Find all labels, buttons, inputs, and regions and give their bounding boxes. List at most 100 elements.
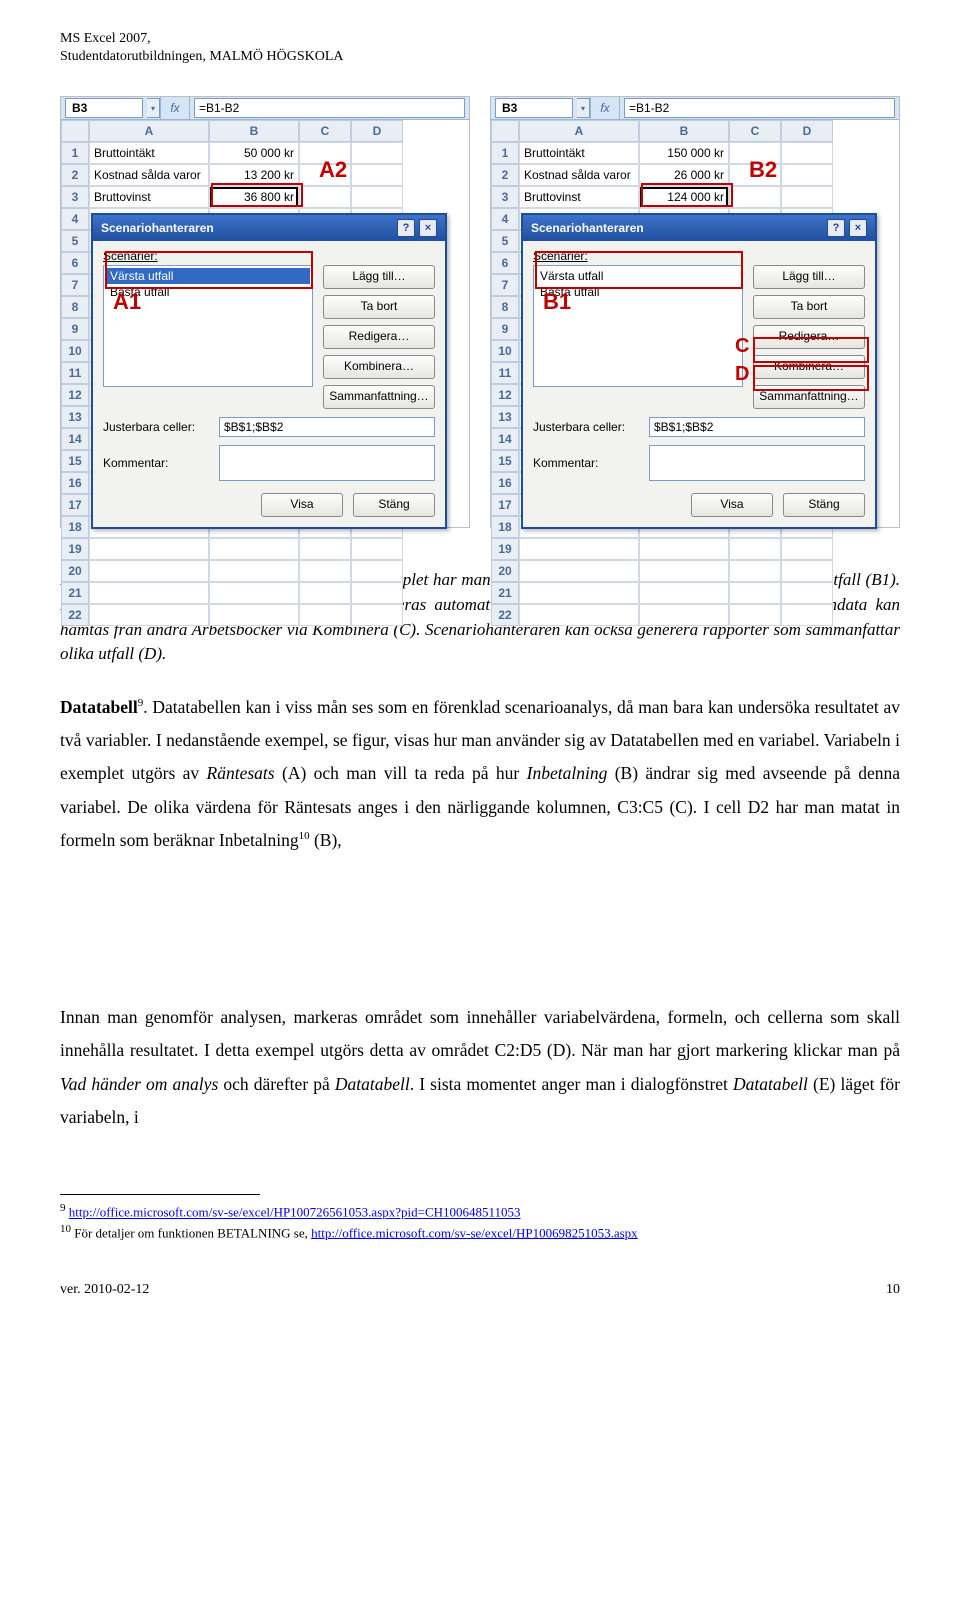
footnote-10-link[interactable]: http://office.microsoft.com/sv-se/excel/… [311, 1225, 638, 1240]
col-header-d[interactable]: D [781, 120, 833, 142]
cell[interactable] [89, 604, 209, 626]
cell[interactable] [519, 582, 639, 604]
cell[interactable] [299, 560, 351, 582]
row-header[interactable]: 9 [491, 318, 519, 340]
cell[interactable] [729, 604, 781, 626]
col-header-a[interactable]: A [519, 120, 639, 142]
close-icon[interactable] [849, 219, 867, 237]
col-header-a[interactable]: A [89, 120, 209, 142]
name-box[interactable]: B3 [65, 98, 143, 118]
cell[interactable] [639, 582, 729, 604]
scenario-item[interactable]: Värsta utfall [106, 268, 310, 284]
row-header[interactable]: 16 [491, 472, 519, 494]
row-header[interactable]: 18 [61, 516, 89, 538]
add-button[interactable]: Lägg till… [323, 265, 435, 289]
summary-button[interactable]: Sammanfattning… [323, 385, 435, 409]
cell[interactable] [351, 538, 403, 560]
row-header[interactable]: 19 [61, 538, 89, 560]
edit-button[interactable]: Redigera… [323, 325, 435, 349]
cell[interactable] [781, 164, 833, 186]
row-header[interactable]: 10 [61, 340, 89, 362]
merge-button[interactable]: Kombinera… [753, 355, 865, 379]
row-header[interactable]: 17 [491, 494, 519, 516]
row-header[interactable]: 2 [491, 164, 519, 186]
row-header[interactable]: 10 [491, 340, 519, 362]
row-header[interactable]: 20 [61, 560, 89, 582]
help-icon[interactable] [397, 219, 415, 237]
cell[interactable] [729, 164, 781, 186]
row-header[interactable]: 22 [61, 604, 89, 626]
close-button[interactable]: Stäng [783, 493, 865, 517]
cell[interactable] [299, 164, 351, 186]
row-header[interactable]: 7 [491, 274, 519, 296]
add-button[interactable]: Lägg till… [753, 265, 865, 289]
cell[interactable]: 50 000 kr [209, 142, 299, 164]
row-header[interactable]: 11 [491, 362, 519, 384]
cell[interactable] [351, 186, 403, 208]
cell[interactable] [299, 142, 351, 164]
cell[interactable] [729, 582, 781, 604]
cell[interactable] [351, 164, 403, 186]
edit-button[interactable]: Redigera… [753, 325, 865, 349]
row-header[interactable]: 19 [491, 538, 519, 560]
row-header[interactable]: 5 [61, 230, 89, 252]
scenario-list[interactable]: Värsta utfall Bästa utfall [533, 265, 743, 387]
help-icon[interactable] [827, 219, 845, 237]
cell[interactable] [729, 186, 781, 208]
row-header[interactable]: 21 [61, 582, 89, 604]
corner-header[interactable] [61, 120, 89, 142]
cell[interactable] [299, 538, 351, 560]
col-header-b[interactable]: B [209, 120, 299, 142]
cell[interactable]: Bruttointäkt [89, 142, 209, 164]
comment-input[interactable] [219, 445, 435, 481]
cell[interactable] [781, 186, 833, 208]
cell-selected[interactable]: 124 000 kr [639, 186, 729, 208]
cell[interactable] [351, 582, 403, 604]
cell[interactable] [299, 582, 351, 604]
row-header[interactable]: 16 [61, 472, 89, 494]
cell[interactable] [729, 560, 781, 582]
cell[interactable] [299, 186, 351, 208]
cell[interactable] [639, 604, 729, 626]
row-header[interactable]: 17 [61, 494, 89, 516]
close-icon[interactable] [419, 219, 437, 237]
cell[interactable] [781, 538, 833, 560]
cell[interactable] [209, 560, 299, 582]
col-header-b[interactable]: B [639, 120, 729, 142]
row-header[interactable]: 7 [61, 274, 89, 296]
cell[interactable] [639, 538, 729, 560]
cell[interactable] [781, 582, 833, 604]
cell[interactable] [299, 604, 351, 626]
row-header[interactable]: 8 [61, 296, 89, 318]
cell[interactable]: 13 200 kr [209, 164, 299, 186]
fx-icon[interactable]: fx [590, 97, 620, 119]
row-header[interactable]: 3 [491, 186, 519, 208]
dialog-titlebar[interactable]: Scenariohanteraren [93, 215, 445, 241]
row-header[interactable]: 13 [491, 406, 519, 428]
footnote-9-link[interactable]: http://office.microsoft.com/sv-se/excel/… [69, 1205, 521, 1220]
cell[interactable] [519, 560, 639, 582]
cell[interactable] [209, 582, 299, 604]
row-header[interactable]: 2 [61, 164, 89, 186]
row-header[interactable]: 8 [491, 296, 519, 318]
col-header-c[interactable]: C [729, 120, 781, 142]
row-header[interactable]: 5 [491, 230, 519, 252]
cell[interactable] [89, 560, 209, 582]
changing-cells-input[interactable]: $B$1;$B$2 [219, 417, 435, 437]
scenario-item[interactable]: Bästa utfall [106, 284, 310, 300]
row-header[interactable]: 12 [61, 384, 89, 406]
row-header[interactable]: 3 [61, 186, 89, 208]
name-box[interactable]: B3 [495, 98, 573, 118]
cell[interactable]: 26 000 kr [639, 164, 729, 186]
row-header[interactable]: 9 [61, 318, 89, 340]
row-header[interactable]: 6 [61, 252, 89, 274]
close-button[interactable]: Stäng [353, 493, 435, 517]
cell[interactable] [729, 142, 781, 164]
cell-selected[interactable]: 36 800 kr [209, 186, 299, 208]
cell[interactable] [351, 560, 403, 582]
row-header[interactable]: 14 [491, 428, 519, 450]
name-box-dropdown-icon[interactable]: ▾ [577, 98, 590, 118]
cell[interactable]: Bruttovinst [519, 186, 639, 208]
corner-header[interactable] [491, 120, 519, 142]
row-header[interactable]: 11 [61, 362, 89, 384]
